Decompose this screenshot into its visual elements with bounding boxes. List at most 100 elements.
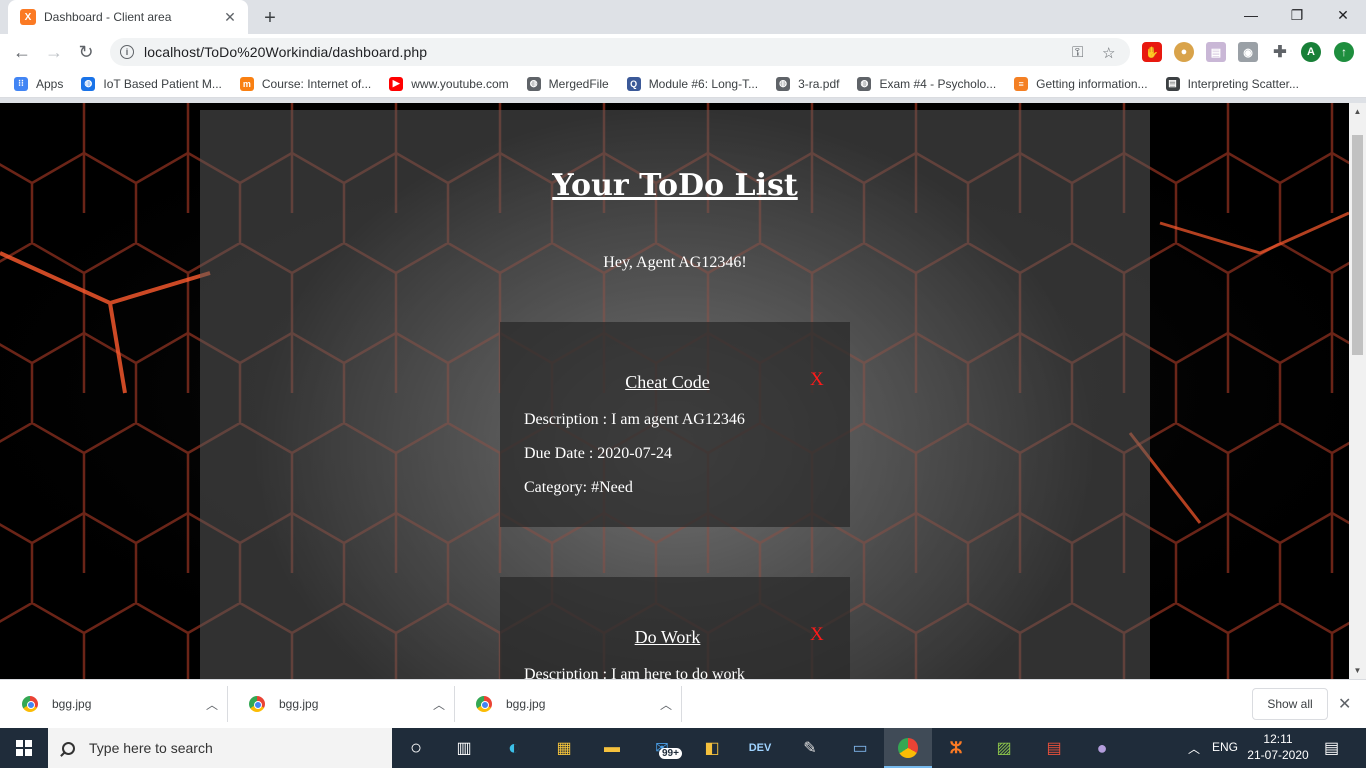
address-bar[interactable]: i localhost/ToDo%20Workindia/dashboard.p… [110, 38, 1130, 66]
bookmark-label: Interpreting Scatter... [1187, 76, 1299, 91]
start-button[interactable] [0, 728, 48, 768]
q-icon: Q [626, 76, 641, 91]
cookie-extension-icon[interactable]: ● [1174, 42, 1194, 62]
page-scrollbar[interactable]: ▲ ▼ [1349, 103, 1366, 679]
profile-avatar[interactable]: A [1301, 42, 1321, 62]
edge-icon[interactable]: ◐ [500, 734, 528, 762]
bookmark-item[interactable]: ≡ Getting information... [1014, 76, 1148, 91]
back-arrow-icon[interactable]: ← [9, 39, 35, 65]
update-arrow-icon[interactable]: ↑ [1334, 42, 1354, 62]
download-item[interactable]: bgg.jpg ︿ [229, 686, 455, 722]
search-placeholder: Type here to search [89, 740, 213, 756]
restore-window-button[interactable]: ❐ [1274, 0, 1320, 30]
bookmark-label: IoT Based Patient M... [103, 76, 222, 91]
stackoverflow-icon: ≡ [1014, 76, 1029, 91]
bookmark-item[interactable]: m Course: Internet of... [239, 76, 372, 91]
extension-icon[interactable]: ▤ [1206, 42, 1226, 62]
windows-taskbar: Type here to search ○ ▥ ◐ ▦ ▬ ✉ 99+ ◧ DE… [0, 728, 1366, 768]
close-shelf-icon[interactable]: ✕ [1338, 694, 1351, 714]
bookmark-star-icon[interactable]: ☆ [1102, 44, 1115, 62]
chrome-icon[interactable] [894, 734, 922, 762]
adblock-extension-icon[interactable]: ✋ [1142, 42, 1162, 62]
chevron-up-icon[interactable]: ︿ [651, 696, 681, 713]
bookmark-label: Module #6: Long-T... [648, 76, 759, 91]
bookmark-label: Course: Internet of... [261, 76, 372, 91]
scroll-down-arrow-icon[interactable]: ▼ [1349, 662, 1366, 679]
task-view-icon[interactable]: ▥ [450, 734, 478, 762]
moodle-icon: m [239, 76, 254, 91]
download-item[interactable]: bgg.jpg ︿ [456, 686, 682, 722]
download-shelf: bgg.jpg ︿ bgg.jpg ︿ bgg.jpg ︿ Show all ✕ [0, 679, 1366, 728]
scroll-up-arrow-icon[interactable]: ▲ [1349, 103, 1366, 120]
notification-center-icon[interactable]: ▤ [1324, 738, 1339, 758]
winrar-icon[interactable]: ▤ [1040, 734, 1068, 762]
bookmark-item[interactable]: ⁝⁝ Apps [14, 76, 64, 91]
file-explorer-icon[interactable]: ▬ [598, 734, 626, 762]
language-indicator[interactable]: ENG [1212, 740, 1238, 754]
url-text[interactable]: localhost/ToDo%20Workindia/dashboard.php [144, 44, 427, 60]
windows-logo-icon [16, 740, 32, 756]
chrome-file-icon [476, 696, 492, 712]
bookmark-item[interactable]: ◍ Exam #4 - Psycholo... [857, 76, 996, 91]
forward-arrow-icon[interactable]: → [41, 39, 67, 65]
download-filename: bgg.jpg [506, 697, 546, 711]
close-window-button[interactable]: ✕ [1320, 0, 1366, 30]
computer-icon[interactable]: ▭ [846, 734, 874, 762]
scroll-thumb[interactable] [1352, 135, 1363, 355]
todo-category: Category: #Need [524, 479, 633, 496]
document-icon: ▤ [1165, 76, 1180, 91]
minimize-window-button[interactable]: — [1228, 0, 1274, 30]
bookmark-label: Getting information... [1036, 76, 1148, 91]
bookmark-item[interactable]: Q Module #6: Long-T... [626, 76, 759, 91]
chevron-up-icon[interactable]: ︿ [424, 696, 454, 713]
download-filename: bgg.jpg [279, 697, 319, 711]
bookmarks-bar: ⁝⁝ Apps ◍ IoT Based Patient M... m Course: In… [0, 70, 1366, 98]
download-item[interactable]: bgg.jpg ︿ [2, 686, 228, 722]
globe-icon: ◍ [81, 76, 96, 91]
bookmark-label: Apps [36, 76, 64, 91]
globe-icon: ◍ [857, 76, 872, 91]
xampp-icon[interactable]: ⵣ [942, 734, 970, 762]
taskbar-search-box[interactable]: Type here to search [48, 728, 392, 768]
browser-toolbar: ← → ↻ i localhost/ToDo%20Workindia/dashb… [0, 34, 1366, 70]
todo-title[interactable]: Cheat Code [500, 372, 835, 393]
system-clock[interactable]: 12:11 21-07-2020 [1246, 731, 1310, 763]
notepad-icon[interactable]: ▨ [990, 734, 1018, 762]
show-all-downloads-button[interactable]: Show all [1252, 688, 1328, 720]
bookmark-item[interactable]: ◍ MergedFile [526, 76, 609, 91]
bookmark-item[interactable]: ▶ www.youtube.com [389, 76, 509, 91]
delete-todo-button[interactable]: X [810, 369, 824, 391]
chrome-file-icon [22, 696, 38, 712]
globe-icon: ◍ [526, 76, 541, 91]
chevron-up-icon[interactable]: ︿ [197, 696, 227, 713]
page-viewport: Your ToDo List Hey, Agent AG12346! Cheat… [0, 103, 1349, 679]
todo-card: Cheat Code X Description : I am agent AG… [500, 322, 850, 527]
todo-title[interactable]: Do Work [500, 627, 835, 648]
bookmark-item[interactable]: ◍ IoT Based Patient M... [81, 76, 222, 91]
new-tab-button[interactable]: + [258, 6, 282, 30]
key-icon[interactable]: ⚿ [1072, 44, 1083, 61]
site-info-icon[interactable]: i [120, 45, 134, 59]
cortana-icon[interactable]: ○ [402, 734, 430, 762]
todo-description: Description : I am here to do work [524, 666, 745, 679]
mail-badge: 99+ [659, 748, 682, 759]
puzzle-extensions-icon[interactable]: ✚ [1270, 42, 1290, 62]
camera-extension-icon[interactable]: ◉ [1238, 42, 1258, 62]
clock-date: 21-07-2020 [1247, 748, 1309, 762]
browser-titlebar: X Dashboard - Client area ✕ + — ❐ ✕ [0, 0, 1366, 34]
sticky-notes-icon[interactable]: ◧ [698, 734, 726, 762]
reload-icon[interactable]: ↻ [73, 39, 99, 65]
search-icon [62, 741, 75, 755]
todo-due-date: Due Date : 2020-07-24 [524, 445, 672, 462]
browser-tab[interactable]: X Dashboard - Client area ✕ [8, 0, 248, 34]
dev-cpp-icon[interactable]: DEV [746, 734, 774, 762]
paint-icon[interactable]: ✎ [796, 734, 824, 762]
close-tab-icon[interactable]: ✕ [222, 9, 238, 25]
bookmark-item[interactable]: ◍ 3-ra.pdf [776, 76, 839, 91]
tray-chevron-icon[interactable]: ︿ [1188, 740, 1200, 757]
store-icon[interactable]: ▦ [550, 734, 578, 762]
github-desktop-icon[interactable]: ● [1088, 734, 1116, 762]
delete-todo-button[interactable]: X [810, 624, 824, 646]
globe-icon: ◍ [776, 76, 791, 91]
bookmark-item[interactable]: ▤ Interpreting Scatter... [1165, 76, 1299, 91]
